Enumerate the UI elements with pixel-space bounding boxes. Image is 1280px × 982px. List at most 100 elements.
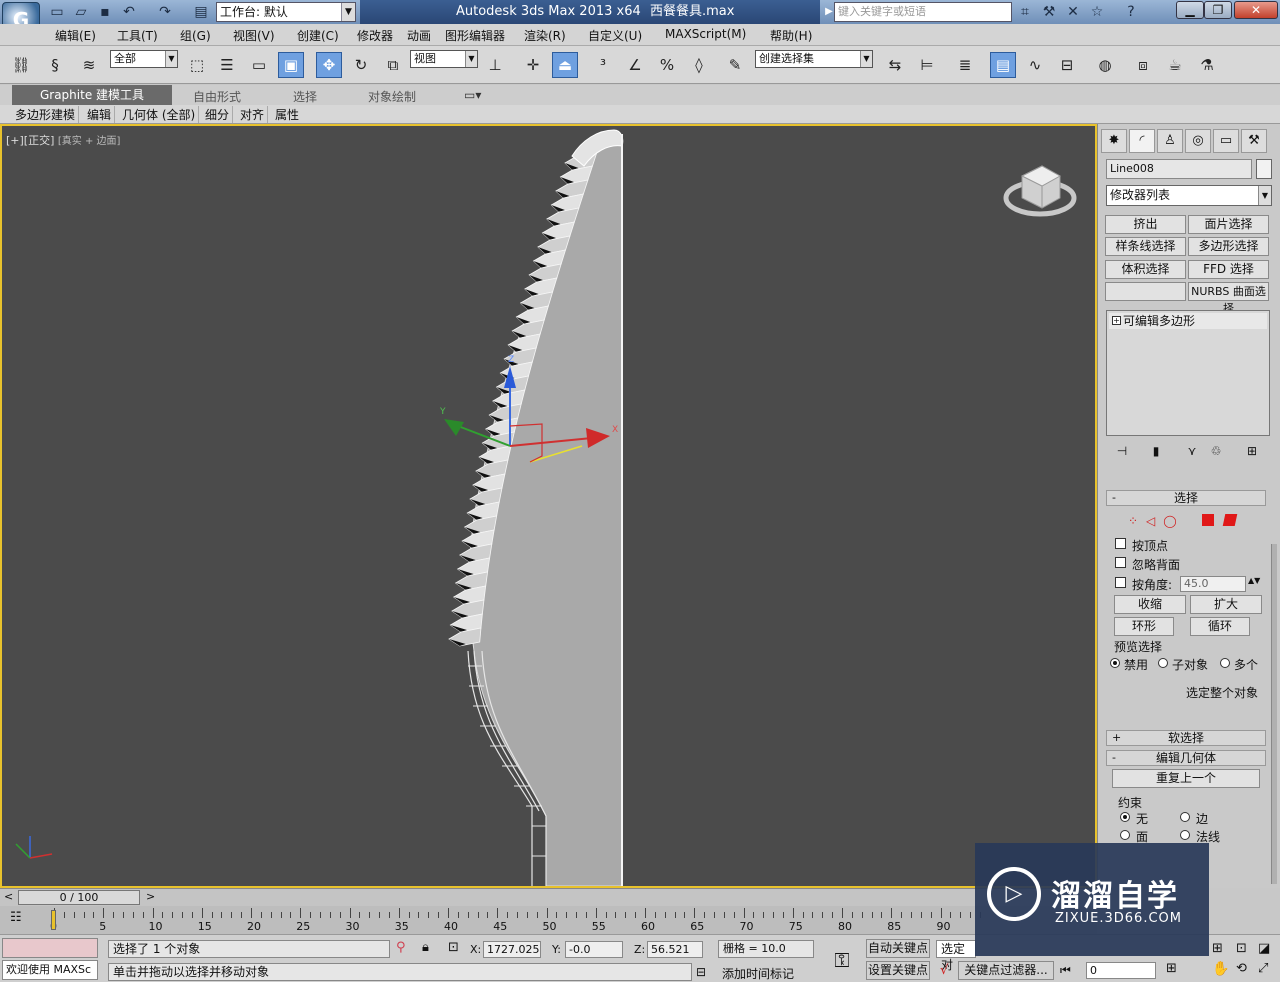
selection-filter-dropdown[interactable]: 全部 ▼ — [110, 50, 178, 68]
selected-filter-dropdown[interactable]: 选定对 — [936, 940, 976, 972]
menu-maxscript[interactable]: MAXScript(M) — [665, 27, 746, 41]
track-bar[interactable]: ☷ 051015202530354045505560657075808590 — [0, 906, 1097, 934]
key-filters-button[interactable]: 关键点过滤器... — [958, 961, 1054, 980]
menu-modifiers[interactable]: 修改器 — [357, 27, 393, 44]
menu-customize[interactable]: 自定义(U) — [588, 27, 642, 44]
make-unique-icon[interactable]: ⋎ — [1182, 444, 1202, 462]
menu-group[interactable]: 组(G) — [180, 27, 211, 44]
expand-plus-icon[interactable]: + — [1112, 316, 1121, 325]
menu-graph-editors[interactable]: 图形编辑器 — [445, 27, 505, 44]
binoculars-icon[interactable]: ⌗ — [1016, 3, 1034, 21]
command-panel-scrollbar[interactable] — [1271, 544, 1277, 884]
edit-named-selection-icon[interactable]: ✎ — [722, 52, 748, 78]
pin-stack-icon[interactable]: ⊣ — [1112, 444, 1132, 462]
panel-modify[interactable]: 编辑 — [84, 106, 116, 123]
layer-manager-icon[interactable]: ≣ — [952, 52, 978, 78]
tab-object-paint[interactable]: 对象绘制 — [368, 88, 416, 105]
time-tag-icon[interactable]: ⊟ — [696, 965, 706, 979]
modifier-poly-select-button[interactable]: 多边形选择 — [1188, 237, 1269, 256]
menu-tools[interactable]: 工具(T) — [117, 27, 158, 44]
panel-polygon-modeling[interactable]: 多边形建模 — [12, 106, 80, 123]
by-angle-checkbox[interactable] — [1115, 577, 1126, 588]
repeat-last-button[interactable]: 重复上一个 — [1112, 769, 1260, 788]
render-production-icon[interactable]: ⚗ — [1194, 52, 1220, 78]
panel-geometry-all[interactable]: 几何体 (全部) — [119, 106, 200, 123]
window-crossing-icon[interactable]: ▣ — [278, 52, 304, 78]
configure-modifier-sets-icon[interactable]: ⊞ — [1242, 444, 1262, 462]
ribbon-options-icon[interactable]: ▭▾ — [464, 88, 481, 102]
select-and-move-icon[interactable]: ✥ — [316, 52, 342, 78]
fork-model[interactable]: Z X Y — [2, 126, 1095, 886]
absolute-transform-icon[interactable]: ⊡ — [448, 940, 459, 955]
graphite-ribbon-icon[interactable]: ▤ — [990, 52, 1016, 78]
new-file-icon[interactable]: ▭ — [48, 3, 66, 21]
ring-button[interactable]: 环形 — [1114, 617, 1174, 636]
help-icon[interactable]: ? — [1122, 3, 1140, 21]
create-tab-icon[interactable]: ✸ — [1101, 129, 1127, 153]
modifier-empty-button[interactable] — [1105, 282, 1186, 301]
orbit-icon[interactable]: ⟲ — [1236, 961, 1247, 976]
subobject-level-icons[interactable]: ⁘◁◯ — [1128, 514, 1185, 528]
spinner-arrows-icon[interactable]: ▲▼ — [1248, 576, 1260, 585]
maxscript-listener-pink[interactable] — [2, 938, 98, 958]
select-and-scale-icon[interactable]: ⧉ — [380, 52, 406, 78]
render-setup-icon[interactable]: ⧈ — [1130, 52, 1156, 78]
add-time-tag-label[interactable]: 添加时间标记 — [722, 965, 794, 982]
isolate-selection-icon[interactable]: ⚲ — [396, 940, 406, 955]
pivot-center-icon[interactable]: ⊥ — [482, 52, 508, 78]
select-by-name-icon[interactable]: ☰ — [214, 52, 240, 78]
set-key-mode-icon[interactable]: ⚿ — [822, 945, 862, 975]
time-slider-thumb[interactable]: 0 / 100 — [18, 890, 140, 905]
time-next-icon[interactable]: > — [146, 890, 155, 903]
menu-help[interactable]: 帮助(H) — [770, 27, 812, 44]
set-key-button[interactable]: 设置关键点 — [866, 961, 930, 980]
communication-icon[interactable]: ✕ — [1064, 3, 1082, 21]
schematic-view-icon[interactable]: ⊟ — [1054, 52, 1080, 78]
by-vertex-checkbox[interactable] — [1115, 538, 1126, 549]
preview-multi-radio[interactable] — [1220, 658, 1230, 668]
menu-edit[interactable]: 编辑(E) — [55, 27, 96, 44]
show-end-result-icon[interactable]: ▮ — [1146, 444, 1166, 462]
curve-editor-icon[interactable]: ∿ — [1022, 52, 1048, 78]
panel-align[interactable]: 对齐 — [237, 106, 269, 123]
go-to-start-icon[interactable]: ⏮ — [1060, 963, 1071, 978]
menu-views[interactable]: 视图(V) — [233, 27, 275, 44]
time-config-icon[interactable]: ⊞ — [1166, 961, 1177, 976]
mirror-icon[interactable]: ⇆ — [882, 52, 908, 78]
preview-subobject-radio[interactable] — [1158, 658, 1168, 668]
angle-snap-icon[interactable]: ∠ — [622, 52, 648, 78]
selection-lock-icon[interactable]: 🔒︎ — [422, 940, 429, 955]
field-of-view-icon[interactable]: ◪ — [1258, 941, 1270, 956]
shrink-button[interactable]: 收缩 — [1114, 595, 1186, 614]
loop-button[interactable]: 循环 — [1190, 617, 1250, 636]
modifier-stack[interactable]: + 可编辑多边形 — [1106, 310, 1270, 436]
remove-modifier-icon[interactable]: ♲ — [1206, 444, 1226, 462]
hierarchy-tab-icon[interactable]: ♙ — [1157, 129, 1183, 153]
grow-button[interactable]: 扩大 — [1190, 595, 1262, 614]
unlink-icon[interactable]: § — [42, 52, 68, 78]
named-selection-dropdown[interactable]: 创建选择集 ▼ — [755, 50, 873, 68]
object-color-swatch[interactable] — [1256, 159, 1272, 179]
rollout-soft-selection-header[interactable]: + 软选择 — [1106, 730, 1266, 746]
y-coord-field[interactable]: -0.0 — [565, 941, 623, 958]
link-icon[interactable]: ⛓ — [8, 52, 34, 78]
redo-icon[interactable]: ↷ — [156, 3, 174, 21]
viewport-front[interactable]: [+][正交] [真实 + 边面] Z X Y — [0, 124, 1097, 888]
x-coord-field[interactable]: 1727.025 — [483, 941, 541, 958]
menu-create[interactable]: 创建(C) — [297, 27, 339, 44]
motion-tab-icon[interactable]: ◎ — [1185, 129, 1211, 153]
object-name-field[interactable]: Line008 — [1106, 159, 1252, 179]
auto-key-button[interactable]: 自动关键点 — [866, 939, 930, 958]
maximize-viewport-icon[interactable]: ⤢ — [1258, 961, 1268, 976]
spinner-snap-icon[interactable]: ◊ — [686, 52, 712, 78]
undo-icon[interactable]: ↶ — [120, 3, 138, 21]
modifier-list-dropdown[interactable]: 修改器列表 ▼ — [1106, 185, 1272, 206]
close-button[interactable]: ✕ — [1234, 1, 1278, 19]
align-icon[interactable]: ⊨ — [914, 52, 940, 78]
bind-space-warp-icon[interactable]: ≋ — [76, 52, 102, 78]
zoom-extents-icon[interactable]: ⊞ — [1212, 941, 1223, 956]
menu-rendering[interactable]: 渲染(R) — [524, 27, 566, 44]
panel-properties[interactable]: 属性 — [272, 106, 302, 123]
snaps-toggle-icon[interactable]: ³ — [590, 52, 616, 78]
rendered-frame-window-icon[interactable]: ☕ — [1162, 52, 1188, 78]
